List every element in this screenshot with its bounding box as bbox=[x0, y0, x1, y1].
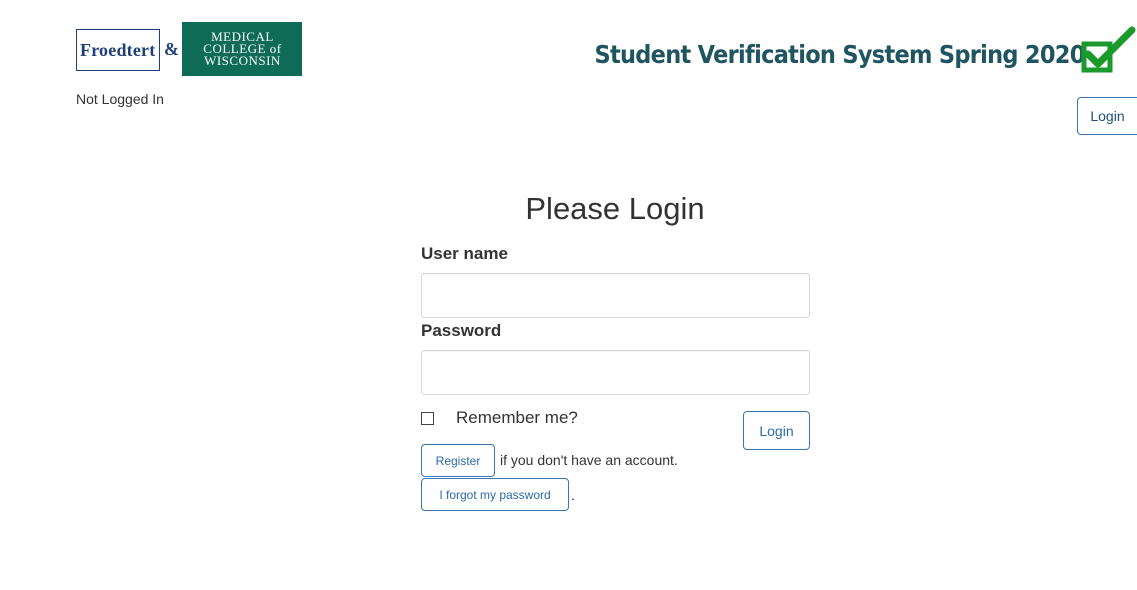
page-heading: Please Login bbox=[525, 191, 705, 226]
froedtert-mcw-logo[interactable]: Froedtert & MEDICAL COLLEGE of WISCONSIN bbox=[76, 22, 303, 76]
forgot-password-button[interactable]: I forgot my password bbox=[421, 478, 569, 511]
app-title: Student Verification System Spring 2020 bbox=[594, 40, 1086, 69]
logo-ampersand: & bbox=[160, 29, 183, 69]
logo-mcw-block: MEDICAL COLLEGE of WISCONSIN bbox=[182, 22, 303, 76]
username-input[interactable] bbox=[421, 273, 810, 318]
logo-froedtert-text: Froedtert bbox=[76, 29, 161, 71]
remember-me-label: Remember me? bbox=[456, 408, 578, 427]
register-hint-text: if you don't have an account. bbox=[500, 452, 678, 468]
login-status-text: Not Logged In bbox=[76, 91, 164, 107]
header-login-button[interactable]: Login bbox=[1077, 97, 1137, 135]
submit-login-button[interactable]: Login bbox=[743, 411, 810, 450]
remember-me-checkbox[interactable] bbox=[421, 411, 434, 425]
username-label: User name bbox=[421, 244, 508, 263]
remember-me-row: Remember me? bbox=[421, 408, 578, 428]
checkmark-box-icon bbox=[1081, 26, 1136, 73]
password-label: Password bbox=[421, 321, 502, 340]
password-input[interactable] bbox=[421, 350, 810, 395]
logo-mcw-line3: WISCONSIN bbox=[204, 53, 281, 68]
forgot-password-suffix: . bbox=[571, 487, 575, 503]
login-page: Froedtert & MEDICAL COLLEGE of WISCONSIN… bbox=[0, 0, 1137, 590]
register-button[interactable]: Register bbox=[421, 444, 495, 477]
